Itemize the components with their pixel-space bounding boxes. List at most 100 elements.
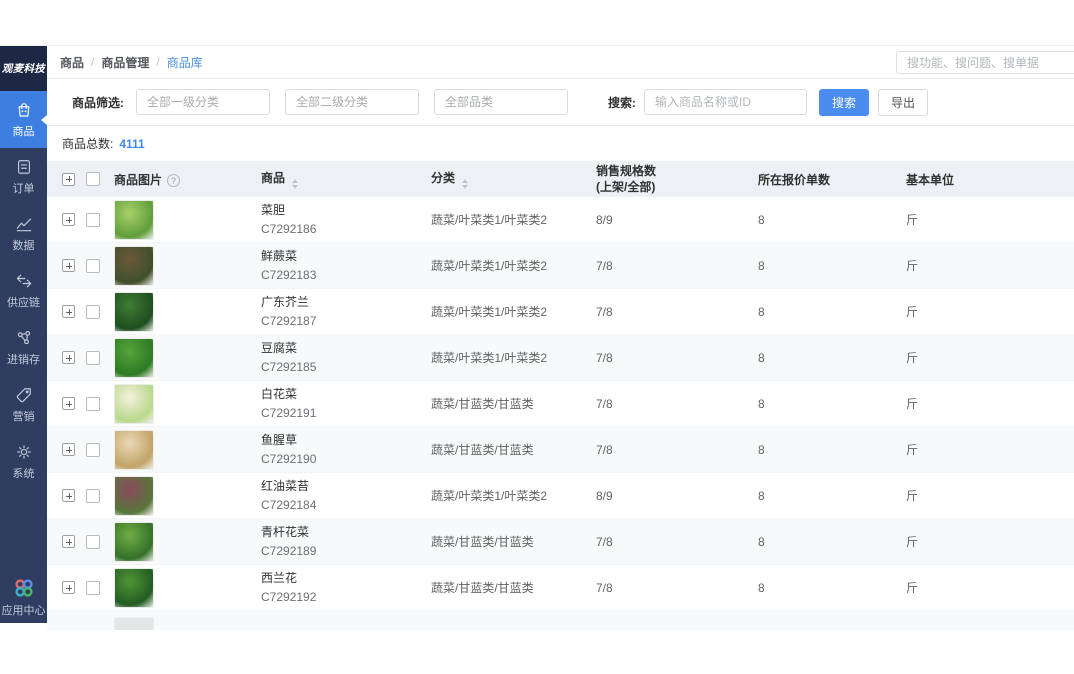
global-search-input[interactable] bbox=[896, 51, 1074, 74]
expand-row-button[interactable] bbox=[62, 581, 75, 594]
column-header-unit: 基本单位 bbox=[906, 171, 1074, 188]
sidebar-item-app-center[interactable]: 应用中心 bbox=[0, 571, 47, 623]
sidebar-item-orders[interactable]: 订单 bbox=[0, 148, 47, 205]
sidebar-item-marketing[interactable]: 营销 bbox=[0, 376, 47, 433]
product-quotes-count: 8 bbox=[758, 581, 906, 595]
expand-row-button[interactable] bbox=[62, 351, 75, 364]
sidebar-item-data[interactable]: 数据 bbox=[0, 205, 47, 262]
filter-label: 商品筛选: bbox=[72, 94, 124, 111]
expand-row-button[interactable] bbox=[62, 397, 75, 410]
category-level2-select[interactable]: 全部二级分类 bbox=[285, 89, 419, 115]
product-category: 蔬菜/叶菜类1/叶菜类2 bbox=[431, 257, 596, 274]
product-category: 蔬菜/甘蓝类/甘蓝类 bbox=[431, 579, 596, 596]
category-level1-select[interactable]: 全部一级分类 bbox=[136, 89, 270, 115]
sidebar-item-label: 系统 bbox=[13, 465, 35, 481]
column-header-image: 商品图片 bbox=[114, 171, 261, 188]
app-center-icon bbox=[12, 576, 36, 600]
product-name: 鲜蕨菜 bbox=[261, 247, 431, 266]
product-category: 蔬菜/甘蓝类/甘蓝类 bbox=[431, 533, 596, 550]
product-code: C7292186 bbox=[261, 220, 431, 239]
expand-row-button[interactable] bbox=[62, 535, 75, 548]
product-quotes-count: 8 bbox=[758, 489, 906, 503]
sidebar-item-label: 应用中心 bbox=[2, 602, 46, 618]
row-checkbox[interactable] bbox=[86, 351, 100, 365]
row-checkbox[interactable] bbox=[86, 535, 100, 549]
sort-icon[interactable] bbox=[292, 179, 298, 189]
product-quotes-count: 8 bbox=[758, 213, 906, 227]
row-checkbox[interactable] bbox=[86, 581, 100, 595]
row-checkbox[interactable] bbox=[86, 259, 100, 273]
expand-row-button[interactable] bbox=[62, 259, 75, 272]
product-code: C7292191 bbox=[261, 404, 431, 423]
table-row-partial bbox=[47, 611, 1074, 630]
product-image bbox=[114, 292, 154, 332]
product-name: 青杆花菜 bbox=[261, 523, 431, 542]
product-name: 广东芥兰 bbox=[261, 293, 431, 312]
product-specs-count: 7/8 bbox=[596, 351, 758, 365]
row-checkbox[interactable] bbox=[86, 397, 100, 411]
product-quotes-count: 8 bbox=[758, 397, 906, 411]
product-unit: 斤 bbox=[906, 349, 1074, 366]
product-unit: 斤 bbox=[906, 303, 1074, 320]
table-row[interactable]: 鲜蕨菜 C7292183 蔬菜/叶菜类1/叶菜类2 7/8 8 斤 bbox=[47, 243, 1074, 289]
sidebar-item-inventory[interactable]: 进销存 bbox=[0, 319, 47, 376]
row-checkbox[interactable] bbox=[86, 213, 100, 227]
breadcrumb-separator: / bbox=[91, 55, 94, 69]
expand-row-button[interactable] bbox=[62, 489, 75, 502]
sidebar-item-label: 进销存 bbox=[7, 351, 40, 367]
expand-row-button[interactable] bbox=[62, 213, 75, 226]
tag-icon bbox=[14, 385, 34, 405]
sidebar-item-label: 订单 bbox=[13, 180, 35, 196]
breadcrumb-item[interactable]: 商品管理 bbox=[101, 54, 149, 71]
row-checkbox[interactable] bbox=[86, 489, 100, 503]
row-checkbox[interactable] bbox=[86, 443, 100, 457]
sort-icon[interactable] bbox=[462, 179, 468, 189]
product-code: C7292190 bbox=[261, 450, 431, 469]
search-button[interactable]: 搜索 bbox=[819, 89, 869, 116]
bag-icon bbox=[14, 100, 34, 120]
table-row[interactable]: 广东芥兰 C7292187 蔬菜/叶菜类1/叶菜类2 7/8 8 斤 bbox=[47, 289, 1074, 335]
table-row[interactable]: 菜胆 C7292186 蔬菜/叶菜类1/叶菜类2 8/9 8 斤 bbox=[47, 197, 1074, 243]
sidebar-item-system[interactable]: 系统 bbox=[0, 433, 47, 490]
table-row[interactable]: 青杆花菜 C7292189 蔬菜/甘蓝类/甘蓝类 7/8 8 斤 bbox=[47, 519, 1074, 565]
expand-row-button[interactable] bbox=[62, 305, 75, 318]
product-search-input[interactable] bbox=[644, 89, 807, 115]
row-checkbox[interactable] bbox=[86, 305, 100, 319]
table-row[interactable]: 豆腐菜 C7292185 蔬菜/叶菜类1/叶菜类2 7/8 8 斤 bbox=[47, 335, 1074, 381]
main-area: 商品 / 商品管理 / 商品库 商品筛选: 全部一级分类 全部二级分类 全部品类… bbox=[47, 46, 1074, 631]
sidebar-item-supply-chain[interactable]: 供应链 bbox=[0, 262, 47, 319]
breadcrumb-item[interactable]: 商品 bbox=[60, 54, 84, 71]
product-name: 鱼腥草 bbox=[261, 431, 431, 450]
table-row[interactable]: 红油菜苔 C7292184 蔬菜/叶菜类1/叶菜类2 8/9 8 斤 bbox=[47, 473, 1074, 519]
product-image bbox=[114, 617, 154, 630]
table-body: 菜胆 C7292186 蔬菜/叶菜类1/叶菜类2 8/9 8 斤 鲜蕨菜 C72… bbox=[47, 197, 1074, 611]
supply-icon bbox=[14, 271, 34, 291]
expand-all-button[interactable] bbox=[62, 173, 75, 186]
breadcrumb-separator: / bbox=[156, 55, 159, 69]
filter-bar: 商品筛选: 全部一级分类 全部二级分类 全部品类 搜索: 搜索 导出 bbox=[47, 79, 1074, 126]
product-total-value: 4111 bbox=[119, 137, 144, 151]
table-row[interactable]: 白花菜 C7292191 蔬菜/甘蓝类/甘蓝类 7/8 8 斤 bbox=[47, 381, 1074, 427]
sidebar-item-products[interactable]: 商品 bbox=[0, 91, 47, 148]
product-unit: 斤 bbox=[906, 487, 1074, 504]
product-specs-count: 7/8 bbox=[596, 443, 758, 457]
product-quotes-count: 8 bbox=[758, 351, 906, 365]
table-row[interactable]: 西兰花 C7292192 蔬菜/甘蓝类/甘蓝类 7/8 8 斤 bbox=[47, 565, 1074, 611]
help-icon[interactable] bbox=[167, 174, 180, 187]
select-all-checkbox[interactable] bbox=[86, 172, 100, 186]
product-specs-count: 7/8 bbox=[596, 581, 758, 595]
product-total: 商品总数: 4111 bbox=[47, 126, 1074, 161]
product-name: 红油菜苔 bbox=[261, 477, 431, 496]
product-code: C7292187 bbox=[261, 312, 431, 331]
gear-icon bbox=[14, 442, 34, 462]
product-specs-count: 7/8 bbox=[596, 535, 758, 549]
expand-row-button[interactable] bbox=[62, 443, 75, 456]
product-unit: 斤 bbox=[906, 533, 1074, 550]
product-category: 蔬菜/叶菜类1/叶菜类2 bbox=[431, 303, 596, 320]
category-level3-select[interactable]: 全部品类 bbox=[434, 89, 568, 115]
export-button[interactable]: 导出 bbox=[878, 89, 928, 116]
product-quotes-count: 8 bbox=[758, 443, 906, 457]
table-row[interactable]: 鱼腥草 C7292190 蔬菜/甘蓝类/甘蓝类 7/8 8 斤 bbox=[47, 427, 1074, 473]
product-category: 蔬菜/叶菜类1/叶菜类2 bbox=[431, 487, 596, 504]
product-image bbox=[114, 384, 154, 424]
